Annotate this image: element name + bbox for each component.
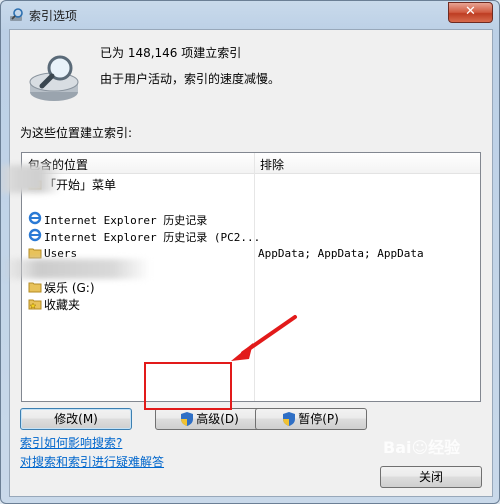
title-bar[interactable]: 索引选项 ✕ [1, 1, 499, 29]
list-item[interactable]: Internet Explorer 历史记录 (PC2... [22, 227, 480, 244]
close-button[interactable]: 关闭 [380, 466, 482, 488]
watermark-logo: Bai☺经验 [383, 438, 461, 457]
list-item[interactable]: 「开始」菜单 [22, 176, 480, 193]
list-header: 包含的位置 排除 [22, 153, 480, 174]
index-speed-status: 由于用户活动，索引的速度减慢。 [100, 72, 281, 86]
ie-icon [28, 228, 42, 242]
uac-shield-icon [283, 412, 296, 426]
locations-section-label: 为这些位置建立索引: [20, 126, 133, 140]
pause-button-label: 暂停(P) [298, 412, 339, 426]
uac-shield-icon [181, 412, 194, 426]
folder-icon [28, 248, 42, 259]
location-name: 娱乐 (G:) [44, 281, 95, 295]
advanced-button-label: 高级(D) [196, 412, 239, 426]
list-item[interactable]: 娱乐 (G:) [22, 279, 480, 296]
list-item[interactable]: Internet Explorer 历史记录 [22, 210, 480, 227]
pause-button[interactable]: 暂停(P) [255, 408, 367, 430]
indexing-disk-icon [29, 55, 79, 101]
ie-icon [28, 211, 42, 225]
svg-text:Bai☺经验: Bai☺经验 [383, 438, 461, 457]
excluded-column-header[interactable]: 排除 [260, 156, 284, 173]
close-window-button[interactable]: ✕ [448, 2, 493, 23]
location-name: Internet Explorer 历史记录 (PC2... [44, 231, 261, 244]
redacted-blur [1, 259, 151, 279]
search-index-icon [10, 8, 23, 21]
window-title: 索引选项 [29, 9, 78, 23]
annotation-arrow-icon [231, 315, 297, 361]
location-name: 收藏夹 [44, 298, 81, 312]
folder-icon [28, 282, 42, 293]
troubleshoot-search-link[interactable]: 对搜索和索引进行疑难解答 [20, 453, 164, 470]
advanced-button[interactable]: 高级(D) [155, 408, 265, 430]
indexing-options-window: 索引选项 ✕ 已为 148,146 项建立索引 由于用户活动，索引的速度减慢。 … [0, 0, 500, 504]
location-exclusions: AppData; AppData; AppData [258, 247, 424, 260]
indexed-count-text: 已为 148,146 项建立索引 [100, 46, 242, 60]
how-indexing-affects-search-link[interactable]: 索引如何影响搜索? [20, 434, 122, 451]
location-name: Internet Explorer 历史记录 [44, 214, 208, 227]
modify-button[interactable]: 修改(M) [20, 408, 132, 430]
highlight-box [144, 362, 232, 410]
redacted-blur [1, 165, 61, 193]
star-folder-icon [28, 299, 42, 310]
